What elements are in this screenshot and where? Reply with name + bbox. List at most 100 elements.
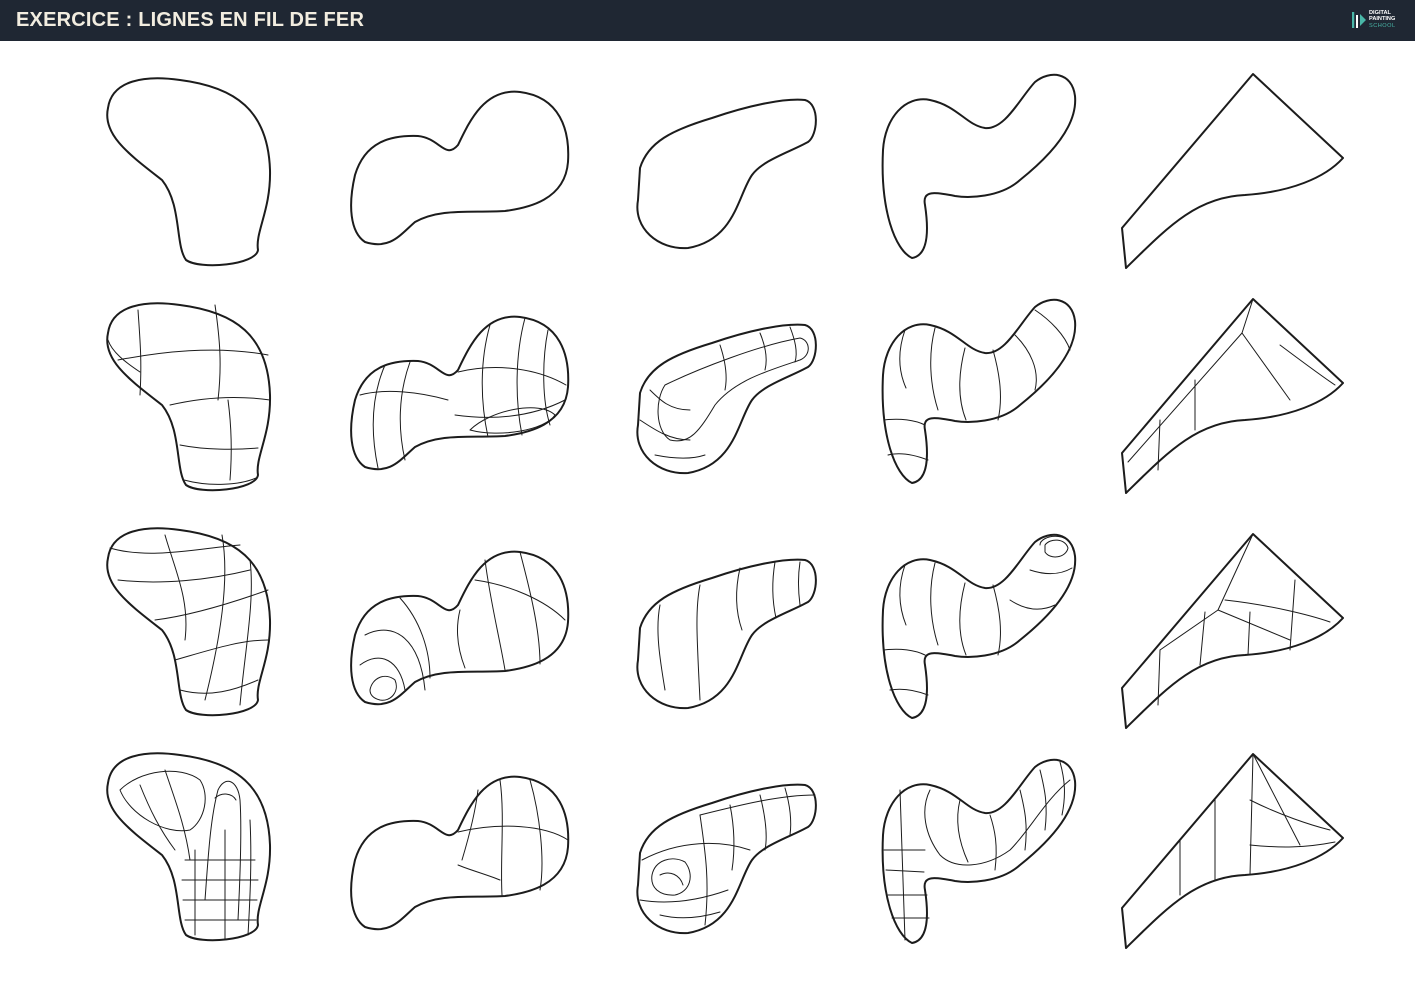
row-3-flowing-lines bbox=[106, 527, 1344, 729]
wireframe-line bbox=[883, 418, 926, 426]
wireframe-line bbox=[227, 399, 232, 481]
wireframe-line bbox=[1034, 309, 1071, 351]
logo-wordmark: DIGITAL PAINTING SCHOOL bbox=[1369, 10, 1409, 29]
wireframe-line bbox=[729, 804, 735, 871]
wireframe-line bbox=[359, 657, 406, 691]
bean-row-1 bbox=[636, 98, 817, 250]
wedge-row-2 bbox=[1121, 298, 1344, 494]
wireframe-line bbox=[719, 344, 727, 391]
wireframe-line bbox=[1044, 539, 1069, 558]
wireframe-line bbox=[1252, 753, 1301, 846]
wireframe-line bbox=[659, 911, 721, 919]
wireframe-line bbox=[1199, 611, 1206, 666]
page-title: EXERCICE : LIGNES EN FIL DE FER bbox=[16, 9, 365, 31]
wireframe-line bbox=[889, 688, 929, 696]
peanut-row-4 bbox=[350, 775, 570, 931]
wireframe-line bbox=[930, 327, 939, 411]
wireframe-line bbox=[1019, 789, 1027, 851]
wireframe-line bbox=[759, 332, 767, 371]
s-tube-row-4 bbox=[881, 758, 1077, 944]
wireframe-line bbox=[529, 779, 543, 891]
wireframe-line bbox=[699, 814, 708, 926]
wireframe-line bbox=[736, 567, 743, 631]
wireframe-line bbox=[519, 551, 541, 665]
wireframe-line bbox=[654, 454, 706, 459]
wireframe-line bbox=[1127, 332, 1243, 463]
wireframe-line bbox=[117, 569, 251, 583]
wireframe-line bbox=[179, 444, 259, 450]
exercise-sheet bbox=[106, 73, 1344, 949]
wireframe-line bbox=[499, 779, 503, 896]
wireframe-line bbox=[174, 639, 269, 661]
wireframe-line bbox=[1009, 599, 1056, 610]
wireframe-line bbox=[461, 789, 479, 861]
wireframe-line bbox=[759, 794, 767, 851]
wireframe-line bbox=[109, 544, 241, 554]
wireframe-line bbox=[164, 534, 187, 641]
wireframe-line bbox=[699, 794, 816, 816]
wireframe-line bbox=[957, 799, 969, 863]
wireframe-line bbox=[789, 326, 797, 363]
wireframe-line bbox=[1249, 841, 1336, 848]
wireframe-line bbox=[469, 407, 556, 434]
wireframe-line bbox=[204, 780, 242, 921]
wireframe-line bbox=[959, 347, 967, 421]
wireframe-line bbox=[1241, 298, 1291, 401]
wireframe-line bbox=[992, 349, 1001, 421]
wireframe-line bbox=[784, 787, 792, 836]
blob-1-row-2 bbox=[106, 302, 272, 492]
wireframe-line bbox=[1224, 599, 1331, 623]
wireframe-line bbox=[924, 779, 1071, 866]
wireframe-line bbox=[992, 584, 1001, 656]
wireframe-line bbox=[899, 329, 907, 389]
wireframe-line bbox=[183, 477, 257, 485]
wireframe-line bbox=[696, 584, 701, 701]
wireframe-line bbox=[247, 819, 252, 936]
wireframe-line bbox=[959, 582, 967, 656]
row-2-cross-sections bbox=[106, 298, 1344, 494]
wireframe-line bbox=[484, 559, 506, 671]
wireframe-line bbox=[372, 364, 386, 469]
logo-mark-icon bbox=[1352, 12, 1366, 28]
blob-1-row-3 bbox=[106, 527, 272, 717]
wireframe-line bbox=[139, 784, 176, 851]
wireframe-line bbox=[399, 361, 411, 461]
peanut-row-2 bbox=[350, 315, 570, 471]
wireframe-line bbox=[457, 864, 501, 881]
wireframe-line bbox=[457, 609, 466, 669]
s-tube-row-1 bbox=[881, 73, 1077, 259]
blob-1-row-1 bbox=[106, 77, 272, 267]
wireframe-line bbox=[359, 390, 449, 401]
wireframe-line bbox=[772, 561, 777, 619]
wireframe-line bbox=[1039, 769, 1047, 831]
wireframe-line bbox=[1289, 579, 1296, 651]
wireframe-line bbox=[885, 869, 925, 873]
wireframe-line bbox=[214, 793, 237, 801]
wedge-row-4 bbox=[1121, 753, 1344, 949]
logo-line-3: SCHOOL bbox=[1369, 22, 1396, 29]
wireframe-line bbox=[883, 648, 926, 656]
wireframe-line bbox=[1029, 567, 1073, 574]
peanut-row-1 bbox=[350, 90, 570, 246]
wireframe-line bbox=[457, 367, 567, 386]
wireframe-line bbox=[639, 889, 729, 903]
wireframe-line bbox=[1249, 753, 1254, 876]
wireframe-line bbox=[516, 317, 526, 436]
wireframe-line bbox=[457, 825, 569, 841]
wireframe-line bbox=[204, 534, 226, 701]
wireframe-line bbox=[164, 769, 191, 861]
wireframe-line bbox=[659, 872, 684, 886]
wireframe-line bbox=[1247, 611, 1251, 656]
digital-painting-school-logo: DIGITAL PAINTING SCHOOL bbox=[1352, 8, 1408, 34]
wireframe-line bbox=[107, 339, 141, 373]
wireframe-line bbox=[369, 675, 397, 701]
wireframe-line bbox=[651, 858, 691, 896]
wedge-row-1 bbox=[1121, 73, 1344, 269]
wireframe-line bbox=[119, 770, 206, 832]
peanut-row-3 bbox=[350, 550, 570, 706]
wedge-row-3 bbox=[1121, 533, 1344, 729]
wireframe-line bbox=[454, 399, 566, 418]
header-bar: EXERCICE : LIGNES EN FIL DE FER DIGITAL … bbox=[0, 0, 1415, 41]
row-4-dense-mesh bbox=[106, 752, 1344, 949]
wireframe-line bbox=[179, 679, 259, 694]
